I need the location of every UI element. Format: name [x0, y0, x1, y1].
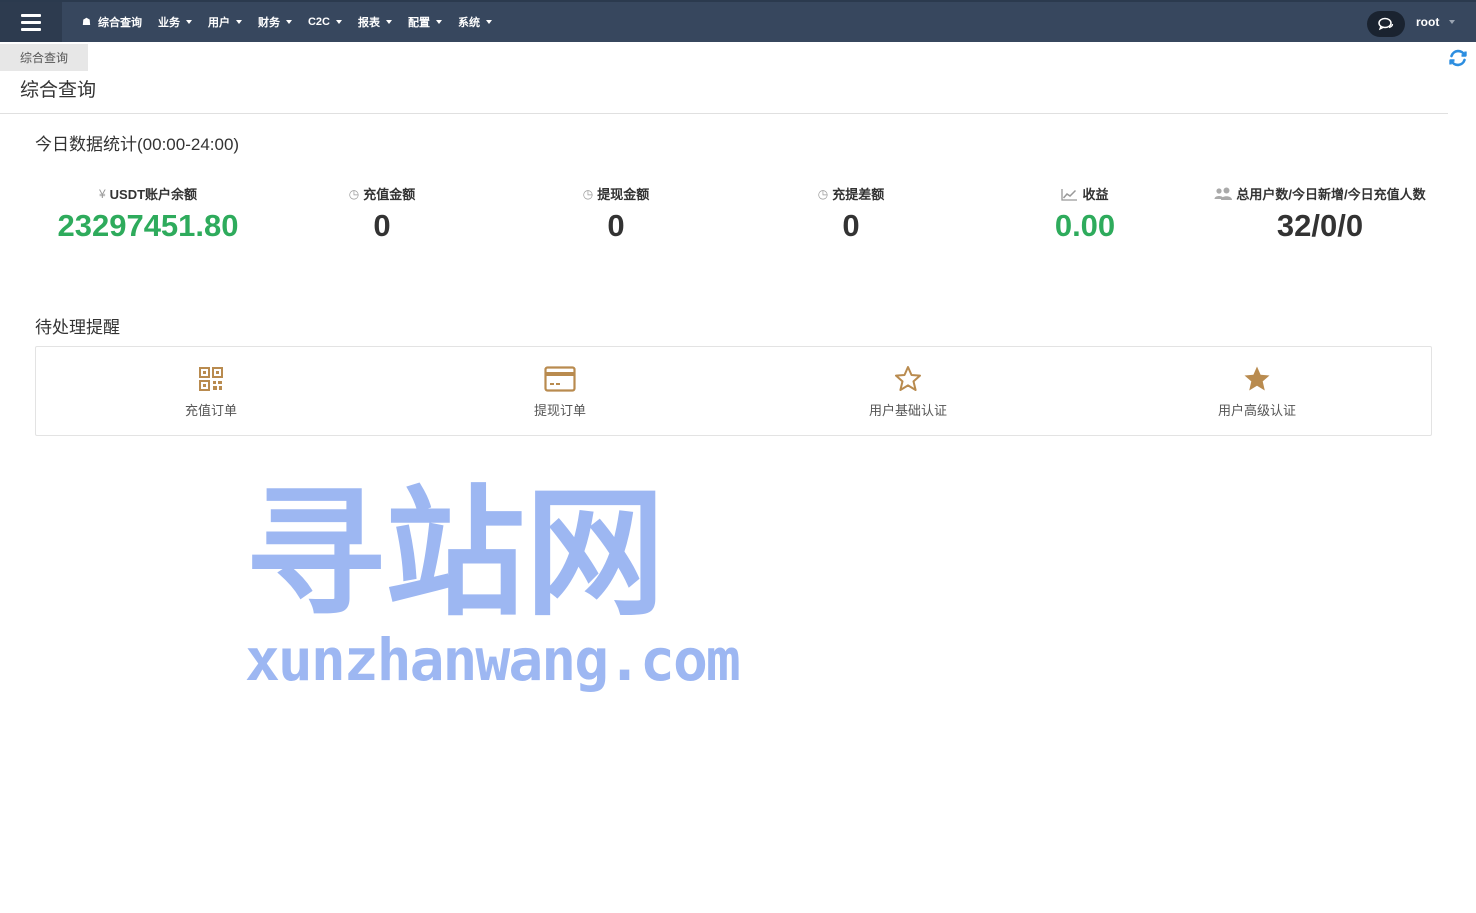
- today-stats-title: 今日数据统计(00:00-24:00): [35, 135, 240, 154]
- watermark: 寻站网 xunzhanwang.com: [245, 473, 741, 695]
- pending-title: 待处理提醒: [35, 318, 120, 337]
- caret-down-icon: [1449, 20, 1456, 24]
- star-filled-icon: [1244, 366, 1270, 391]
- home-icon: ☗: [82, 16, 91, 28]
- refresh-icon[interactable]: [1447, 47, 1469, 69]
- nav-item-system[interactable]: 系统: [450, 2, 500, 42]
- yen-icon: ¥: [98, 187, 106, 201]
- clock-icon: ◷: [582, 187, 594, 201]
- hamburger-menu-icon[interactable]: [0, 2, 62, 42]
- stat-value: 23297451.80: [57, 208, 239, 243]
- top-navbar: ☗ 综合查询 业务 用户 财务 C2C 报表 配置 系统 root: [0, 0, 1476, 42]
- chart-line-icon: [1061, 189, 1078, 201]
- stat-income: 收益 0.00: [970, 185, 1200, 244]
- stat-value: 0: [607, 208, 625, 243]
- pending-panel: 充值订单 提现订单 用户基础认证 用户高级认证: [35, 346, 1432, 436]
- nav-item-finance[interactable]: 财务: [250, 2, 300, 42]
- divider: [0, 113, 1448, 114]
- username: root: [1416, 15, 1440, 29]
- qrcode-icon: [199, 367, 223, 391]
- caret-down-icon: [485, 20, 492, 24]
- clock-icon: ◷: [817, 187, 829, 201]
- nav-item-users[interactable]: 用户: [200, 2, 250, 42]
- users-icon: [1214, 187, 1233, 200]
- pending-recharge-orders[interactable]: 充值订单: [111, 365, 311, 419]
- pending-advanced-verification[interactable]: 用户高级认证: [1157, 365, 1357, 419]
- stat-withdraw-amount: ◷ 提现金额 0: [501, 185, 731, 244]
- pending-basic-verification[interactable]: 用户基础认证: [808, 365, 1008, 419]
- page-title: 综合查询: [20, 80, 97, 101]
- pending-withdraw-orders[interactable]: 提现订单: [460, 365, 660, 419]
- clock-icon: ◷: [348, 187, 360, 201]
- stat-recharge-amount: ◷ 充值金额 0: [267, 185, 497, 244]
- credit-card-icon: [544, 366, 576, 392]
- watermark-text-cn: 寻站网: [245, 473, 666, 636]
- stat-net-difference: ◷ 充提差额 0: [736, 185, 966, 244]
- nav-item-reports[interactable]: 报表: [350, 2, 400, 42]
- nav-item-overview[interactable]: ☗ 综合查询: [74, 2, 150, 42]
- user-menu[interactable]: root: [1416, 2, 1456, 42]
- caret-down-icon: [185, 20, 192, 24]
- caret-down-icon: [385, 20, 392, 24]
- stat-value: 32/0/0: [1276, 208, 1364, 243]
- stat-usdt-balance: ¥ USDT账户余额 23297451.80: [33, 185, 263, 244]
- nav-item-business[interactable]: 业务: [150, 2, 200, 42]
- caret-down-icon: [235, 20, 242, 24]
- watermark-text-en: xunzhanwang.com: [245, 626, 741, 694]
- nav-item-c2c[interactable]: C2C: [300, 2, 350, 42]
- chat-icon: [1378, 17, 1394, 31]
- chat-button[interactable]: [1367, 11, 1405, 37]
- tab-overview[interactable]: 综合查询: [0, 44, 88, 71]
- star-outline-icon: [895, 366, 921, 391]
- caret-down-icon: [285, 20, 292, 24]
- stat-value: 0: [373, 208, 391, 243]
- nav-item-config[interactable]: 配置: [400, 2, 450, 42]
- caret-down-icon: [335, 20, 342, 24]
- caret-down-icon: [435, 20, 442, 24]
- stat-value: 0.00: [1054, 208, 1116, 243]
- stat-user-counts: 总用户数/今日新增/今日充值人数 32/0/0: [1205, 185, 1435, 244]
- main-nav: ☗ 综合查询 业务 用户 财务 C2C 报表 配置 系统: [74, 2, 500, 42]
- stat-value: 0: [842, 208, 860, 243]
